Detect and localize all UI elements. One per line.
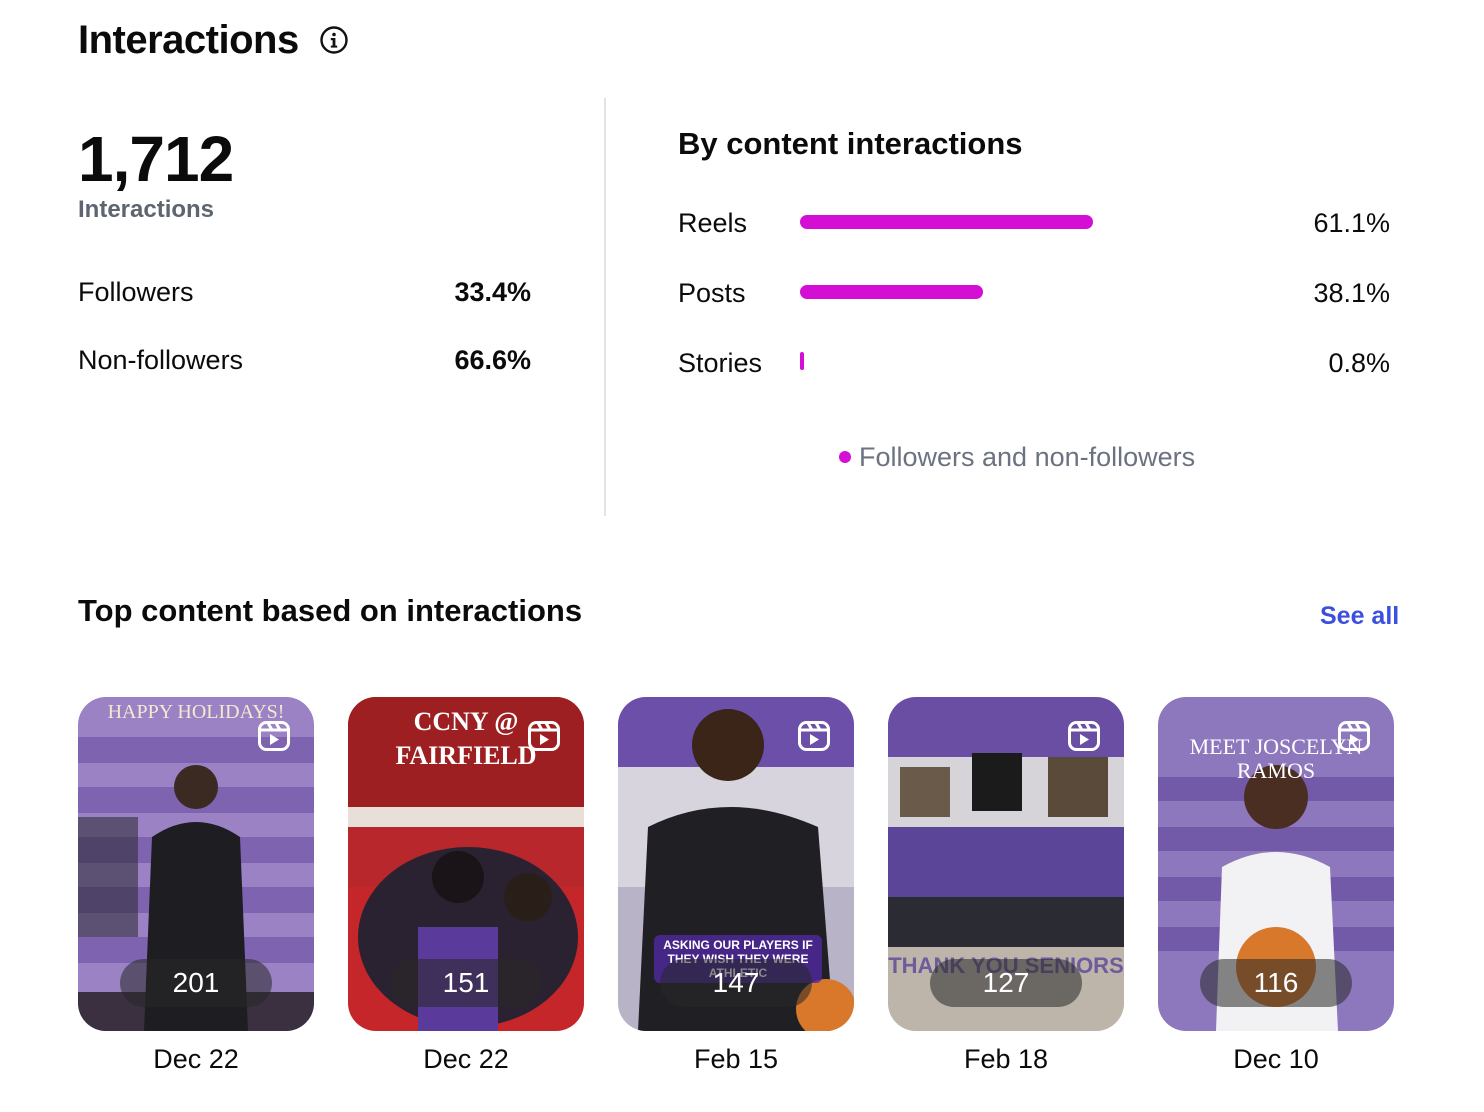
reel-icon bbox=[528, 721, 560, 751]
interaction-count: 116 bbox=[1200, 959, 1352, 1007]
interaction-count: 127 bbox=[930, 959, 1082, 1007]
legend-label: Followers and non-followers bbox=[859, 442, 1196, 472]
followers-label: Followers bbox=[78, 277, 194, 307]
page-title: Interactions bbox=[78, 18, 299, 62]
see-all-link[interactable]: See all bbox=[1320, 602, 1399, 631]
content-thumbnail-4[interactable]: THANK YOU SENIORS 127 bbox=[888, 697, 1124, 1031]
stories-bar bbox=[800, 352, 804, 370]
interaction-count: 151 bbox=[390, 959, 542, 1007]
stories-label: Stories bbox=[678, 348, 763, 378]
content-date: Feb 18 bbox=[963, 1044, 1049, 1074]
posts-value: 38.1% bbox=[1313, 278, 1390, 308]
reels-value: 61.1% bbox=[1313, 208, 1390, 238]
reel-icon bbox=[1068, 721, 1100, 751]
interaction-count: 201 bbox=[120, 959, 272, 1007]
posts-bar bbox=[800, 285, 983, 299]
content-thumbnail-1[interactable]: HAPPY HOLIDAYS! 201 bbox=[78, 697, 314, 1031]
content-date: Dec 10 bbox=[1233, 1044, 1319, 1074]
content-thumbnail-5[interactable]: MEET JOSCELYN RAMOS 116 bbox=[1158, 697, 1394, 1031]
reel-icon bbox=[1338, 721, 1370, 751]
content-thumbnail-3[interactable]: ASKING OUR PLAYERS IF THEY WISH THEY WER… bbox=[618, 697, 854, 1031]
top-content-title: Top content based on interactions bbox=[78, 593, 583, 628]
info-circle-icon[interactable] bbox=[320, 26, 348, 54]
reels-label: Reels bbox=[678, 208, 748, 238]
interaction-count: 147 bbox=[660, 959, 812, 1007]
non-followers-label: Non-followers bbox=[78, 345, 244, 375]
reels-bar bbox=[800, 215, 1093, 229]
divider bbox=[604, 98, 606, 516]
by-content-title: By content interactions bbox=[678, 126, 1023, 161]
content-date: Dec 22 bbox=[423, 1044, 509, 1074]
total-interactions-value: 1,712 bbox=[78, 123, 234, 195]
reel-icon bbox=[258, 721, 290, 751]
stories-value: 0.8% bbox=[1328, 348, 1390, 378]
followers-value: 33.4% bbox=[454, 277, 531, 307]
content-thumbnail-2[interactable]: CCNY @ FAIRFIELD 151 bbox=[348, 697, 584, 1031]
total-interactions-label: Interactions bbox=[78, 196, 215, 223]
content-date: Dec 22 bbox=[153, 1044, 239, 1074]
non-followers-value: 66.6% bbox=[454, 345, 531, 375]
legend-dot bbox=[839, 451, 851, 463]
posts-label: Posts bbox=[678, 278, 746, 308]
content-date: Feb 15 bbox=[693, 1044, 779, 1074]
reel-icon bbox=[798, 721, 830, 751]
